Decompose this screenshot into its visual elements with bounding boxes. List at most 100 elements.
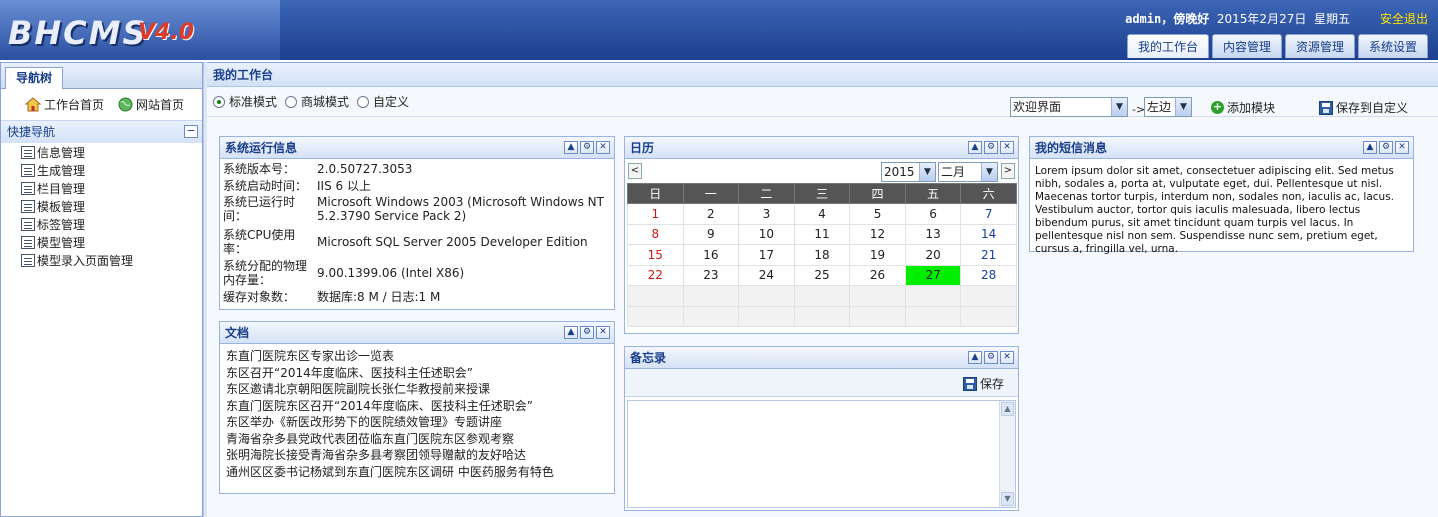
list-item[interactable]: 东直门医院东区召开“2014年度临床、医技科主任述职会”	[226, 398, 608, 415]
radio-label: 商城模式	[301, 95, 350, 109]
calendar-panel: 日历 ▲ ⚙ ✕ < 2015 ▼ 二月 ▼ > 日 一 二 三 四 五 六 1…	[624, 136, 1019, 334]
radio-dot[interactable]	[285, 95, 298, 108]
next-month-button[interactable]: >	[1001, 163, 1015, 179]
calendar-day[interactable]: 15	[627, 244, 684, 266]
module-select[interactable]: 欢迎界面 ▼	[1010, 97, 1128, 117]
calendar-day[interactable]: 14	[960, 223, 1017, 245]
position-select[interactable]: 左边 ▼	[1144, 97, 1192, 117]
scroll-down-icon[interactable]: ▼	[1001, 492, 1014, 506]
calendar-day[interactable]: 13	[904, 223, 962, 245]
calendar-day[interactable]: 8	[627, 223, 684, 245]
list-item[interactable]: 张明海院长接受青海省杂多县考察团领导赠献的友好哈达	[226, 447, 608, 464]
close-icon[interactable]: ✕	[1000, 351, 1014, 364]
mode-custom[interactable]: 自定义	[357, 93, 409, 110]
mode-mall[interactable]: 商城模式	[285, 93, 349, 110]
radio-dot[interactable]	[213, 95, 225, 108]
calendar-day[interactable]: 16	[682, 244, 740, 266]
tree-item-info[interactable]: 信息管理	[21, 143, 202, 161]
list-item[interactable]: 通州区区委书记杨斌到东直门医院东区调研 中医药服务有特色	[226, 464, 608, 481]
calendar-day[interactable]: 18	[793, 244, 851, 266]
settings-icon[interactable]: ⚙	[984, 351, 998, 364]
collapse-icon[interactable]: ▲	[968, 141, 982, 154]
calendar-day[interactable]: 3	[738, 203, 795, 225]
calendar-day[interactable]: 26	[849, 264, 906, 286]
settings-icon[interactable]: ⚙	[580, 326, 594, 339]
list-item[interactable]: 东区举办《新医改形势下的医院绩效管理》专题讲座	[226, 414, 608, 431]
calendar-day[interactable]: 20	[904, 244, 962, 266]
memo-panel: 备忘录 ▲ ⚙ ✕ 保存 ▲ ▼	[624, 346, 1019, 511]
add-module-button[interactable]: + 添加模块	[1211, 99, 1275, 116]
nav-tree-tab[interactable]: 导航树	[5, 67, 64, 89]
year-select[interactable]: 2015 ▼	[881, 162, 936, 182]
calendar-day[interactable]: 10	[738, 223, 795, 245]
collapse-icon[interactable]: −	[184, 125, 198, 138]
list-item[interactable]: 东直门医院东区专家出诊一览表	[226, 348, 608, 365]
calendar-day[interactable]: 7	[960, 203, 1017, 225]
document-icon	[21, 181, 35, 195]
calendar-day[interactable]: 11	[793, 223, 851, 245]
calendar-day[interactable]: 9	[682, 223, 740, 245]
close-icon[interactable]: ✕	[1395, 141, 1409, 154]
radio-dot[interactable]	[357, 95, 370, 108]
page-title: 我的工作台	[207, 63, 1438, 87]
chevron-down-icon: ▼	[981, 163, 997, 181]
settings-icon[interactable]: ⚙	[984, 141, 998, 154]
tree-item-generate[interactable]: 生成管理	[21, 161, 202, 179]
settings-icon[interactable]: ⚙	[580, 141, 594, 154]
tab-resource-management[interactable]: 资源管理	[1284, 34, 1355, 58]
chevron-down-icon: ▼	[1175, 98, 1191, 116]
calendar-day[interactable]: 1	[627, 203, 684, 225]
memo-textarea[interactable]: ▲ ▼	[627, 400, 1016, 508]
tab-system-settings[interactable]: 系统设置	[1357, 34, 1428, 58]
calendar-day[interactable]: 5	[849, 203, 906, 225]
tree-item-template[interactable]: 模板管理	[21, 197, 202, 215]
calendar-day[interactable]: 6	[904, 203, 962, 225]
tree-item-column[interactable]: 栏目管理	[21, 179, 202, 197]
calendar-day[interactable]: 21	[960, 244, 1017, 266]
collapse-icon[interactable]: ▲	[564, 141, 578, 154]
list-item[interactable]: 青海省杂多县党政代表团莅临东直门医院东区参观考察	[226, 431, 608, 448]
collapse-icon[interactable]: ▲	[564, 326, 578, 339]
calendar-day[interactable]: 24	[738, 264, 795, 286]
prev-month-button[interactable]: <	[628, 163, 642, 179]
nav-home-links: 工作台首页 网站首页	[1, 89, 202, 121]
close-icon[interactable]: ✕	[596, 326, 610, 339]
month-select[interactable]: 二月 ▼	[938, 162, 998, 182]
mode-standard[interactable]: 标准模式	[213, 93, 277, 110]
globe-icon	[118, 97, 133, 112]
memo-save-button[interactable]: 保存	[962, 375, 1004, 392]
close-icon[interactable]: ✕	[596, 141, 610, 154]
collapse-icon[interactable]: ▲	[1363, 141, 1377, 154]
calendar-day[interactable]: 27	[904, 264, 962, 286]
list-item[interactable]: 东区召开“2014年度临床、医技科主任述职会”	[226, 365, 608, 382]
calendar-day[interactable]: 12	[849, 223, 906, 245]
calendar-day[interactable]: 2	[682, 203, 740, 225]
calendar-day[interactable]: 25	[793, 264, 851, 286]
calendar-day[interactable]: 17	[738, 244, 795, 266]
logout-link[interactable]: 安全退出	[1380, 10, 1428, 27]
calendar-day[interactable]: 4	[793, 203, 851, 225]
settings-icon[interactable]: ⚙	[1379, 141, 1393, 154]
close-icon[interactable]: ✕	[1000, 141, 1014, 154]
workspace-home-link[interactable]: 工作台首页	[25, 96, 104, 113]
tree-item-tag[interactable]: 标签管理	[21, 215, 202, 233]
position-select-value: 左边	[1147, 100, 1172, 114]
tab-my-workspace[interactable]: 我的工作台	[1126, 34, 1209, 58]
memo-scrollbar[interactable]: ▲ ▼	[999, 401, 1015, 507]
panel-controls: ▲ ⚙ ✕	[968, 141, 1014, 154]
memo-toolbar: 保存	[625, 369, 1018, 397]
calendar-day[interactable]: 28	[960, 264, 1017, 286]
list-item[interactable]: 东区邀请北京朝阳医院副院长张仁华教授前来授课	[226, 381, 608, 398]
scroll-up-icon[interactable]: ▲	[1001, 402, 1014, 416]
calendar-day[interactable]: 23	[682, 264, 740, 286]
calendar-day[interactable]: 19	[849, 244, 906, 266]
save-custom-button[interactable]: 保存到自定义	[1319, 99, 1408, 116]
tab-content-management[interactable]: 内容管理	[1211, 34, 1282, 58]
tree-item-model-entry-page[interactable]: 模型录入页面管理	[21, 251, 202, 269]
collapse-icon[interactable]: ▲	[968, 351, 982, 364]
calendar-day[interactable]: 22	[627, 264, 684, 286]
weekday-header: 六	[960, 183, 1017, 204]
current-date: 2015年2月27日	[1216, 12, 1307, 26]
tree-item-model[interactable]: 模型管理	[21, 233, 202, 251]
site-home-link[interactable]: 网站首页	[118, 96, 184, 113]
